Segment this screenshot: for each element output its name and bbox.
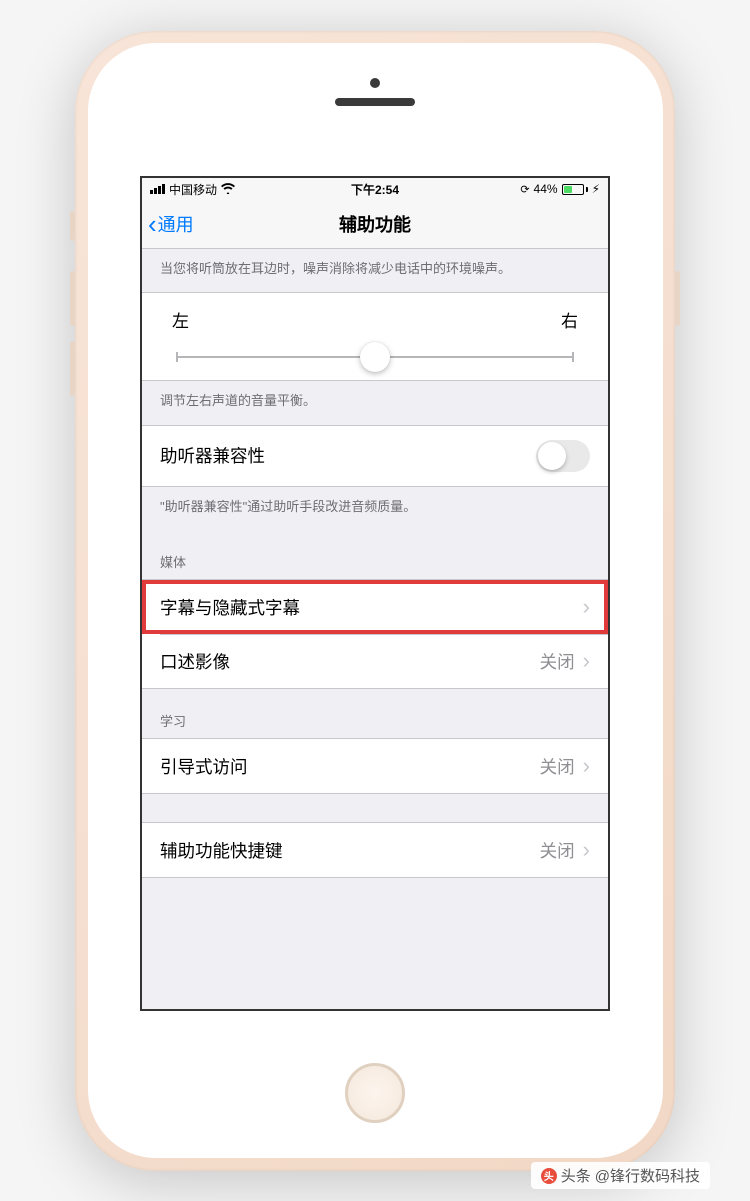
guided-access-label: 引导式访问 (160, 754, 540, 779)
volume-up-button (70, 271, 75, 326)
chevron-right-icon: › (583, 837, 590, 863)
watermark-handle: @锋行数码科技 (595, 1165, 700, 1186)
battery-percent: 44% (534, 182, 558, 196)
back-button[interactable]: ‹ 通用 (142, 209, 194, 240)
hearing-aid-footer: "助听器兼容性"通过助听手段改进音频质量。 (142, 487, 608, 531)
home-button[interactable] (345, 1063, 405, 1123)
watermark: 头 头条 @锋行数码科技 (531, 1162, 710, 1189)
subtitles-label: 字幕与隐藏式字幕 (160, 595, 583, 620)
guided-access-value: 关闭 (540, 754, 575, 779)
media-section-header: 媒体 (142, 530, 608, 579)
settings-content[interactable]: 当您将听筒放在耳边时，噪声消除将减少电话中的环境噪声。 左 右 调节左右声道的音… (142, 249, 608, 1009)
guided-access-cell[interactable]: 引导式访问 关闭 › (142, 739, 608, 793)
hearing-aid-switch[interactable] (536, 440, 590, 472)
chevron-left-icon: ‹ (148, 209, 157, 240)
hearing-aid-label: 助听器兼容性 (160, 443, 536, 468)
back-label: 通用 (158, 211, 194, 237)
front-camera (370, 78, 380, 88)
chevron-right-icon: › (583, 648, 590, 674)
status-time: 下午2:54 (351, 181, 399, 198)
subtitles-cell[interactable]: 字幕与隐藏式字幕 › (142, 580, 608, 634)
signal-icon (150, 184, 165, 194)
battery-icon (562, 184, 588, 195)
slider-knob[interactable] (360, 342, 390, 372)
balance-slider[interactable] (176, 356, 574, 358)
balance-left-label: 左 (172, 307, 189, 332)
phone-frame: 中国移动 下午2:54 ⟳ 44% ⚡︎ (75, 31, 675, 1171)
volume-down-button (70, 341, 75, 396)
screen: 中国移动 下午2:54 ⟳ 44% ⚡︎ (140, 176, 610, 1011)
audio-description-cell[interactable]: 口述影像 关闭 › (142, 634, 608, 688)
accessibility-shortcut-value: 关闭 (540, 838, 575, 863)
navigation-bar: ‹ 通用 辅助功能 (142, 201, 608, 249)
watermark-icon: 头 (541, 1168, 557, 1184)
power-button (675, 271, 680, 326)
learning-section-header: 学习 (142, 689, 608, 738)
status-bar: 中国移动 下午2:54 ⟳ 44% ⚡︎ (142, 178, 608, 201)
noise-cancel-footer: 当您将听筒放在耳边时，噪声消除将减少电话中的环境噪声。 (142, 249, 608, 293)
accessibility-shortcut-cell[interactable]: 辅助功能快捷键 关闭 › (142, 823, 608, 877)
balance-footer: 调节左右声道的音量平衡。 (142, 381, 608, 425)
silence-switch (70, 211, 75, 241)
page-title: 辅助功能 (339, 211, 411, 237)
rotation-lock-icon: ⟳ (520, 183, 529, 196)
accessibility-shortcut-label: 辅助功能快捷键 (160, 838, 540, 863)
balance-right-label: 右 (561, 307, 578, 332)
audio-description-value: 关闭 (540, 649, 575, 674)
chevron-right-icon: › (583, 594, 590, 620)
wifi-icon (221, 182, 235, 197)
chevron-right-icon: › (583, 753, 590, 779)
earpiece-speaker (335, 98, 415, 106)
watermark-prefix: 头条 (561, 1165, 591, 1186)
audio-description-label: 口述影像 (160, 649, 540, 674)
charging-icon: ⚡︎ (592, 182, 600, 196)
audio-balance-cell: 左 右 (142, 292, 608, 381)
hearing-aid-cell[interactable]: 助听器兼容性 (142, 426, 608, 486)
carrier-label: 中国移动 (169, 181, 217, 198)
